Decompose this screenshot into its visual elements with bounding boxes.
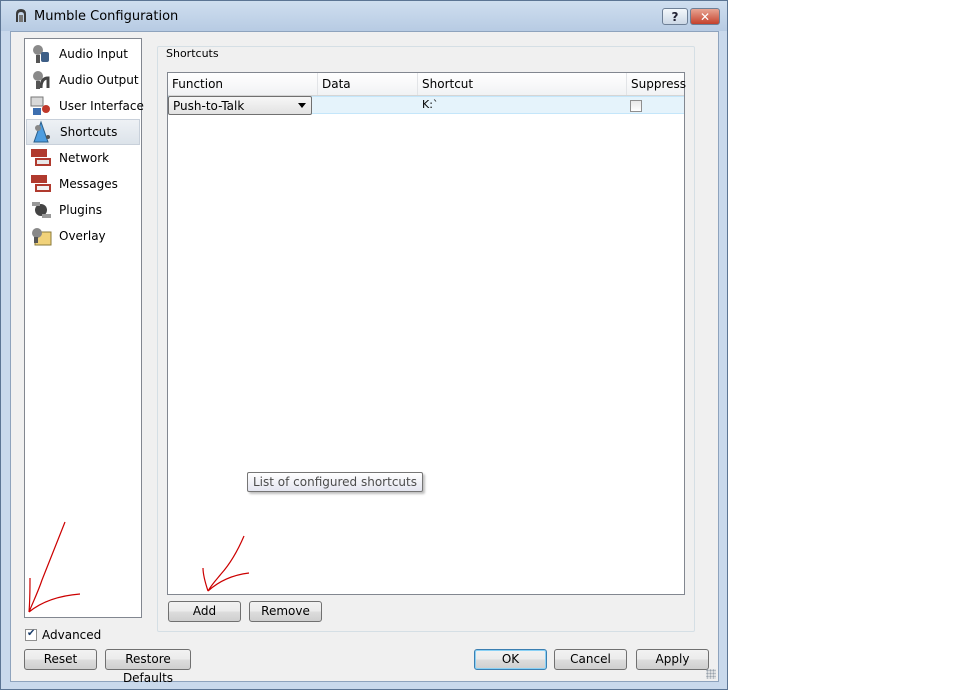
desktop-background [730,0,960,690]
headphones-icon [33,71,50,89]
function-dropdown-value: Push-to-Talk [173,99,245,113]
network-icon [31,149,51,166]
cancel-button[interactable]: Cancel [554,649,627,670]
sidebar-item-user-interface[interactable]: User Interface [26,93,144,119]
plugins-icon [32,202,51,218]
advanced-label: Advanced [42,628,102,642]
sidebar-item-label: Audio Input [59,47,128,61]
close-icon: ✕ [699,9,711,24]
window-title: Mumble Configuration [34,9,179,24]
column-header-function[interactable]: Function [168,73,318,95]
close-button[interactable]: ✕ [690,8,720,25]
resize-grip-icon[interactable] [706,669,716,679]
shortcut-cell[interactable]: K:` [422,98,438,111]
checkmark-icon: ✔ [27,628,36,639]
sidebar-item-label: Network [59,151,110,165]
shortcuts-group-title: Shortcuts [164,47,221,60]
table-tooltip: List of configured shortcuts [247,472,423,492]
sidebar-item-label: Plugins [59,203,102,217]
sidebar-item-plugins[interactable]: Plugins [26,197,140,223]
sidebar-item-overlay[interactable]: Overlay [26,223,140,249]
reset-button[interactable]: Reset [24,649,97,670]
apply-button[interactable]: Apply [636,649,709,670]
function-dropdown[interactable]: Push-to-Talk [168,96,312,115]
title-bar[interactable]: Mumble Configuration ? ✕ [1,1,727,31]
sidebar-item-network[interactable]: Network [26,145,140,171]
restore-defaults-button[interactable]: Restore Defaults [105,649,191,685]
sidebar-item-label: User Interface [59,99,144,113]
settings-page-list[interactable]: Audio Input Audio Output User Interface [24,38,144,618]
sidebar-item-shortcuts[interactable]: Shortcuts [26,119,140,145]
ok-button[interactable]: OK [474,649,547,670]
add-button[interactable]: Add [168,601,241,622]
column-header-suppress[interactable]: Suppress [627,73,686,95]
overlay-icon [32,228,52,246]
user-interface-icon [30,96,50,115]
sidebar-item-label: Overlay [59,229,106,243]
advanced-checkbox[interactable]: ✔ [25,628,37,641]
shortcuts-table[interactable]: Function Data Shortcut Suppress Push-to-… [167,72,686,595]
table-header: Function Data Shortcut Suppress [168,73,686,96]
column-header-shortcut[interactable]: Shortcut [418,73,627,95]
sidebar-item-label: Messages [59,177,118,191]
sidebar-item-label: Shortcuts [60,125,118,139]
remove-button[interactable]: Remove [249,601,322,622]
sidebar-item-audio-output[interactable]: Audio Output [26,67,140,93]
mumble-configuration-window: Mumble Configuration ? ✕ Audio Input Aud… [0,0,728,690]
column-header-data[interactable]: Data [318,73,418,95]
shortcuts-icon [33,120,50,143]
chevron-down-icon [298,103,306,108]
messages-icon [31,175,51,192]
suppress-checkbox[interactable] [630,100,642,112]
sidebar-item-audio-input[interactable]: Audio Input [26,41,140,67]
sidebar-item-messages[interactable]: Messages [26,171,140,197]
sidebar-item-label: Audio Output [59,73,139,87]
help-button[interactable]: ? [662,8,688,25]
microphone-icon [33,45,49,63]
dialog-client-area: Audio Input Audio Output User Interface [10,31,719,685]
mumble-app-icon [16,9,26,22]
